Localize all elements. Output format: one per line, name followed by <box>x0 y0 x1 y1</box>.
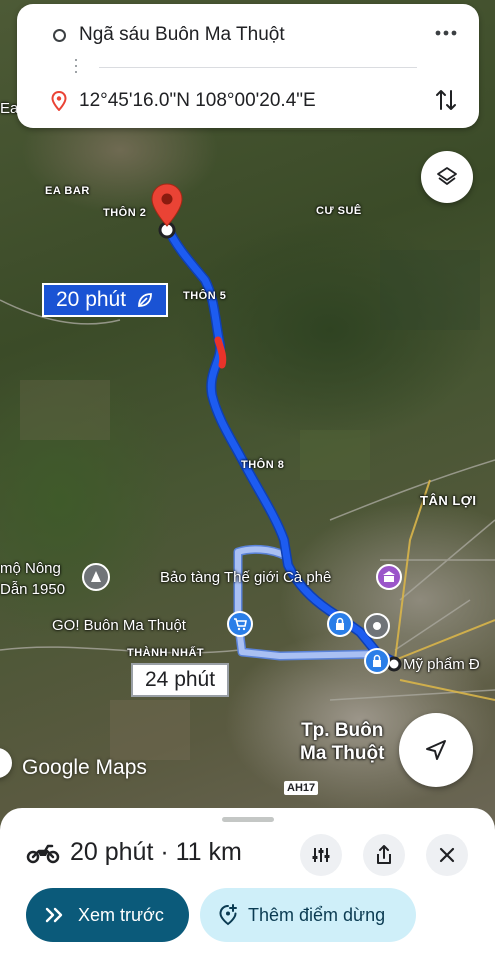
destination-field[interactable]: 12°45'16.0"N 108°00'20.4"E <box>79 90 479 112</box>
options-icon <box>312 848 330 862</box>
map-label-mo-nong: mộ Nông Dẫn 1950 <box>0 558 65 600</box>
close-button[interactable] <box>426 834 468 876</box>
add-stop-button[interactable]: Thêm điểm dừng <box>200 888 416 942</box>
more-icon[interactable] <box>431 18 461 48</box>
route-options-button[interactable] <box>300 834 342 876</box>
highway-shield: AH17 <box>284 781 319 795</box>
drag-handle[interactable] <box>222 817 274 822</box>
chevrons-icon <box>45 907 63 923</box>
preview-label: Xem trước <box>78 904 164 925</box>
lock-icon[interactable] <box>327 611 353 637</box>
route-duration-alt-text: 24 phút <box>145 668 216 691</box>
layers-button[interactable] <box>421 151 473 203</box>
destination-row[interactable]: 12°45'16.0"N 108°00'20.4"E <box>17 76 479 126</box>
map-label-go-bmt: GO! Buôn Ma Thuột <box>52 617 186 634</box>
shopping-icon[interactable] <box>227 611 253 637</box>
map-label-tan-loi: TÂN LỢI <box>420 493 477 508</box>
route-duration-alt[interactable]: 24 phút <box>131 663 230 697</box>
map-label-city-line1: Tp. Buôn <box>301 720 384 741</box>
place-poi-icon[interactable] <box>364 613 390 639</box>
pin-icon <box>151 183 183 227</box>
map-label-thon-5: THÔN 5 <box>183 290 227 302</box>
route-dots <box>75 59 77 73</box>
map-label-city-line2: Ma Thuột <box>300 743 385 764</box>
map-label-my-pham: Mỹ phẩm Đ <box>403 656 480 673</box>
monument-poi-icon[interactable] <box>82 563 110 591</box>
museum-icon[interactable] <box>376 564 402 590</box>
share-icon <box>377 845 391 864</box>
map-label-thon-2: THÔN 2 <box>103 207 147 219</box>
close-icon <box>439 847 455 863</box>
add-stop-icon <box>219 904 237 926</box>
swap-icon[interactable] <box>431 82 461 118</box>
share-button[interactable] <box>363 834 405 876</box>
preview-button[interactable]: Xem trước <box>26 888 189 942</box>
navigate-icon <box>426 740 446 760</box>
pin-icon-small <box>51 91 67 111</box>
layers-icon <box>437 167 457 185</box>
motorbike-icon <box>26 844 60 863</box>
origin-row[interactable]: Ngã sáu Buôn Ma Thuột <box>17 10 479 60</box>
map-label-thon-8: THÔN 8 <box>241 459 285 471</box>
google-maps-logo: Google Maps <box>22 756 147 779</box>
map-label-mo-nong-line1: mộ Nông <box>0 560 61 577</box>
route-summary: 20 phút · 11 km <box>26 838 242 867</box>
map-label-mo-nong-line2: Dẫn 1950 <box>0 581 66 598</box>
directions-card: Ngã sáu Buôn Ma Thuột 12°45'16.0"N 108°0… <box>17 4 479 128</box>
origin-field[interactable]: Ngã sáu Buôn Ma Thuột <box>79 24 479 46</box>
navigate-button[interactable] <box>399 713 473 787</box>
map-label-ea-bar: EA BAR <box>45 185 90 197</box>
map-label-ea: Ea <box>0 100 19 117</box>
leaf-icon <box>138 293 152 307</box>
circle-icon <box>52 28 66 42</box>
add-stop-label: Thêm điểm dừng <box>248 904 386 925</box>
route-duration-primary[interactable]: 20 phút <box>42 283 169 317</box>
map-label-bao-tang: Bảo tàng Thế giới Cà phê <box>160 569 332 586</box>
route-summary-text: 20 phút · 11 km <box>70 838 242 866</box>
map-label-cu-sue: CƯ SUÊ <box>316 205 362 217</box>
lock-icon-2[interactable] <box>364 648 390 674</box>
divider <box>99 67 417 68</box>
route-duration-primary-text: 20 phút <box>56 288 127 311</box>
map-label-thanh-nhat: THÀNH NHẤT <box>127 647 205 659</box>
map-label-city: Tp. Buôn Ma Thuột <box>300 719 384 765</box>
